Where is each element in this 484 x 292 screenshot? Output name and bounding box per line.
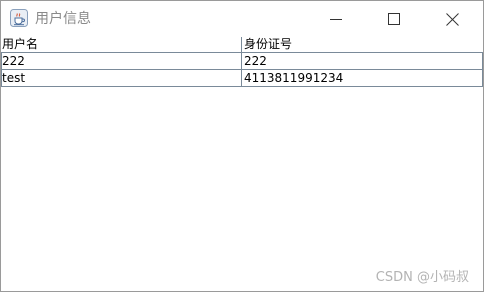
title-bar[interactable]: 用户信息 — [1, 1, 483, 37]
table-cell[interactable]: test — [1, 70, 242, 86]
maximize-icon — [388, 13, 400, 25]
minimize-button[interactable] — [313, 1, 359, 37]
table-cell[interactable]: 4113811991234 — [242, 70, 483, 86]
table-row[interactable]: test 4113811991234 — [1, 70, 483, 87]
table-cell[interactable]: 222 — [1, 53, 242, 69]
app-window: 用户信息 用户名 身份证号 222 222 test 4113811991234… — [0, 0, 484, 292]
maximize-button[interactable] — [371, 1, 417, 37]
user-info-table[interactable]: 用户名 身份证号 222 222 test 4113811991234 — [1, 37, 483, 87]
column-header-username[interactable]: 用户名 — [1, 37, 242, 52]
minimize-icon — [330, 13, 342, 25]
window-title: 用户信息 — [35, 11, 91, 27]
column-header-id-number[interactable]: 身份证号 — [242, 37, 483, 52]
table-row[interactable]: 222 222 — [1, 53, 483, 70]
java-cup-icon — [10, 9, 28, 27]
close-button[interactable] — [429, 1, 475, 37]
close-icon — [445, 12, 459, 26]
table-cell[interactable]: 222 — [242, 53, 483, 69]
table-header: 用户名 身份证号 — [1, 37, 483, 53]
watermark: CSDN @小码叔 — [375, 270, 469, 285]
